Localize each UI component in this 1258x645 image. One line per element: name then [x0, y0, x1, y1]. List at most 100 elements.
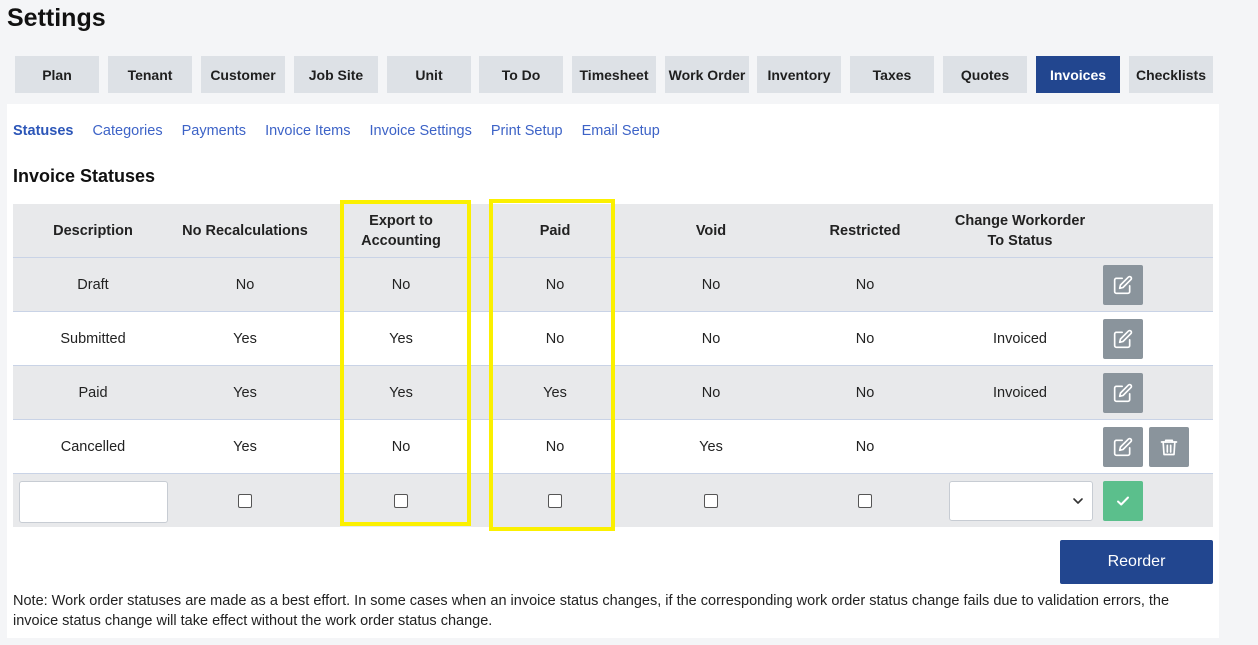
row-actions	[1103, 366, 1213, 419]
paid-checkbox[interactable]	[548, 493, 562, 508]
tab-plan[interactable]: Plan	[15, 56, 99, 93]
cell-paid: No	[545, 276, 565, 293]
cell-export-to-accounting: Yes	[389, 330, 413, 347]
cell-restricted: No	[855, 384, 875, 401]
tab-to-do[interactable]: To Do	[479, 56, 563, 93]
new-export-to-accounting-cell	[325, 474, 477, 527]
column-header-export-to-accounting: Export to Accounting	[325, 204, 477, 257]
tab-quotes[interactable]: Quotes	[943, 56, 1027, 93]
edit-button[interactable]	[1103, 318, 1143, 359]
new-row-actions	[1103, 474, 1213, 527]
edit-button[interactable]	[1103, 264, 1143, 305]
edit-button[interactable]	[1103, 426, 1143, 467]
invoice-settings-panel: Statuses Categories Payments Invoice Ite…	[7, 104, 1219, 638]
page-title: Settings	[7, 4, 106, 32]
new-restricted-cell	[789, 474, 941, 527]
cell-description: Cancelled	[60, 438, 126, 455]
cell-paid: No	[545, 330, 565, 347]
edit-icon	[1113, 383, 1133, 402]
cell-void: No	[701, 276, 721, 293]
tab-customer[interactable]: Customer	[201, 56, 285, 93]
cell-paid: No	[545, 438, 565, 455]
column-header-line: Change Workorder	[954, 212, 1086, 229]
export-to-accounting-checkbox[interactable]	[394, 493, 408, 508]
subnav-statuses[interactable]: Statuses	[13, 123, 73, 139]
column-header-paid: Paid	[539, 222, 571, 239]
cell-export-to-accounting: No	[391, 438, 411, 455]
tab-checklists[interactable]: Checklists	[1129, 56, 1213, 93]
cell-change-workorder-status	[943, 258, 1097, 311]
row-actions	[1103, 312, 1213, 365]
edit-button[interactable]	[1103, 372, 1143, 413]
new-description-input[interactable]	[19, 481, 168, 523]
cell-no-recalculations: Yes	[233, 384, 257, 401]
table-row: Draft No No No No No	[13, 258, 1213, 312]
cell-void: No	[701, 384, 721, 401]
edit-icon	[1113, 275, 1133, 294]
table-row: Submitted Yes Yes No No No Invoiced	[13, 312, 1213, 366]
table-header-row: Description No Recalculations Export to A…	[13, 204, 1213, 258]
void-checkbox[interactable]	[704, 493, 718, 508]
tab-invoices[interactable]: Invoices	[1036, 56, 1120, 93]
delete-button[interactable]	[1149, 426, 1189, 467]
cell-change-workorder-status: Invoiced	[992, 330, 1047, 347]
column-header-restricted: Restricted	[829, 222, 901, 239]
cell-description: Draft	[77, 276, 109, 293]
subnav: Statuses Categories Payments Invoice Ite…	[13, 123, 660, 139]
chevron-down-icon	[1073, 498, 1083, 504]
column-header-description: Description	[53, 222, 133, 239]
row-actions	[1103, 258, 1213, 311]
table-row: Cancelled Yes No No Yes No	[13, 420, 1213, 474]
cell-export-to-accounting: Yes	[389, 384, 413, 401]
cell-no-recalculations: Yes	[233, 438, 257, 455]
change-workorder-status-select[interactable]	[949, 481, 1093, 521]
cell-change-workorder-status	[943, 420, 1097, 473]
cell-restricted: No	[855, 438, 875, 455]
cell-void: No	[701, 330, 721, 347]
column-header-change-workorder-status: Change Workorder To Status	[943, 204, 1097, 257]
subnav-email-setup[interactable]: Email Setup	[582, 123, 660, 139]
table-row: Paid Yes Yes Yes No No Invoiced	[13, 366, 1213, 420]
column-header-no-recalculations: No Recalculations	[182, 222, 308, 239]
new-paid-cell	[479, 474, 631, 527]
row-actions	[1103, 420, 1213, 473]
column-header-line: To Status	[987, 232, 1053, 249]
trash-icon	[1160, 439, 1178, 455]
edit-icon	[1113, 329, 1133, 348]
cell-void: Yes	[699, 438, 723, 455]
tab-work-order[interactable]: Work Order	[665, 56, 749, 93]
cell-restricted: No	[855, 276, 875, 293]
reorder-button[interactable]: Reorder	[1060, 540, 1213, 584]
cell-description: Submitted	[60, 330, 126, 347]
cell-paid: Yes	[543, 384, 567, 401]
new-void-cell	[635, 474, 787, 527]
cell-no-recalculations: Yes	[233, 330, 257, 347]
tab-unit[interactable]: Unit	[387, 56, 471, 93]
subnav-payments[interactable]: Payments	[182, 123, 246, 139]
restricted-checkbox[interactable]	[858, 493, 872, 508]
tab-timesheet[interactable]: Timesheet	[572, 56, 656, 93]
cell-description: Paid	[78, 384, 108, 401]
section-title: Invoice Statuses	[13, 166, 156, 186]
cell-no-recalculations: No	[235, 276, 255, 293]
no-recalculations-checkbox[interactable]	[238, 493, 252, 508]
tab-tenant[interactable]: Tenant	[108, 56, 192, 93]
column-header-line: Export to	[369, 212, 433, 229]
confirm-add-button[interactable]	[1103, 480, 1143, 521]
column-header-line: Accounting	[361, 232, 441, 249]
cell-export-to-accounting: No	[391, 276, 411, 293]
subnav-print-setup[interactable]: Print Setup	[491, 123, 563, 139]
tab-job-site[interactable]: Job Site	[294, 56, 378, 93]
new-status-row	[13, 474, 1213, 527]
subnav-invoice-settings[interactable]: Invoice Settings	[369, 123, 471, 139]
cell-restricted: No	[855, 330, 875, 347]
subnav-categories[interactable]: Categories	[92, 123, 162, 139]
subnav-invoice-items[interactable]: Invoice Items	[265, 123, 350, 139]
edit-icon	[1113, 437, 1133, 456]
note-text: Note: Work order statuses are made as a …	[13, 593, 1170, 629]
cell-change-workorder-status: Invoiced	[992, 384, 1047, 401]
new-no-recalculations-cell	[169, 474, 321, 527]
tab-inventory[interactable]: Inventory	[757, 56, 841, 93]
checkmark-icon	[1117, 496, 1129, 505]
tab-taxes[interactable]: Taxes	[850, 56, 934, 93]
